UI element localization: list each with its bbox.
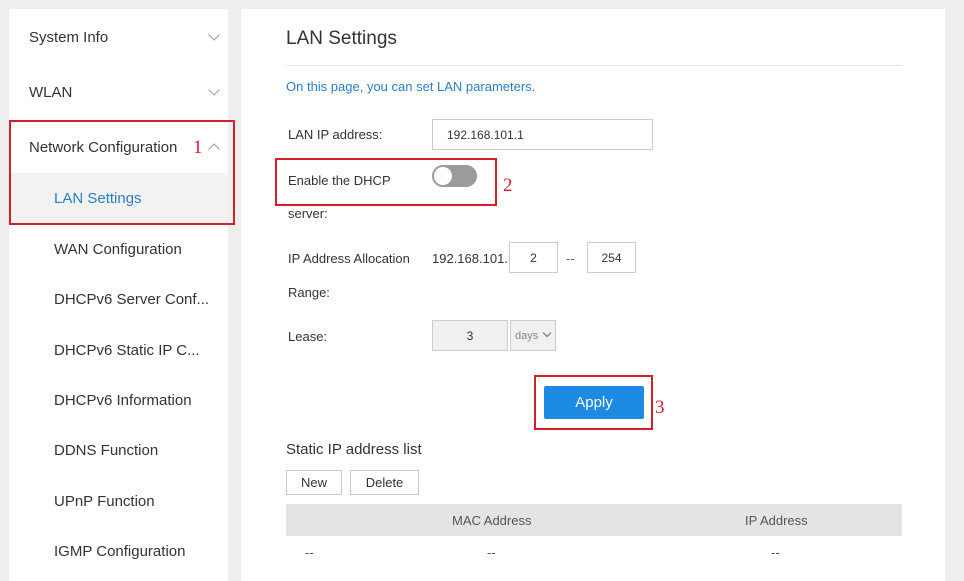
- lease-input[interactable]: 3: [432, 320, 508, 351]
- sidebar-item-dhcpv6-server-conf[interactable]: DHCPv6 Server Conf...: [9, 274, 228, 324]
- sidebar-item-upnp-function[interactable]: UPnP Function: [9, 476, 228, 526]
- table-cell-ip: --: [771, 545, 780, 560]
- new-button[interactable]: New: [286, 470, 342, 495]
- sidebar-item-label: DDNS Function: [54, 441, 159, 459]
- sidebar-item-wlan[interactable]: WLAN: [9, 65, 228, 119]
- column-header-mac: MAC Address: [452, 513, 532, 528]
- lease-unit-select[interactable]: days: [510, 320, 556, 351]
- ip-range-separator: --: [566, 251, 575, 266]
- sidebar: System Info WLAN Network Configuration L…: [9, 9, 228, 581]
- table-cell-mac: --: [487, 545, 496, 560]
- dhcp-label-continued: server:: [288, 206, 328, 221]
- lease-value: 3: [466, 328, 474, 343]
- table-cell-select: --: [305, 545, 314, 560]
- sidebar-item-ddns-function[interactable]: DDNS Function: [9, 425, 228, 475]
- annotation-number-2: 2: [503, 175, 513, 196]
- ip-range-prefix: 192.168.101.: [432, 251, 508, 266]
- ip-range-start-value: 2: [530, 250, 537, 265]
- sidebar-item-label: DHCPv6 Static IP C...: [54, 341, 200, 359]
- lease-unit-value: days: [515, 329, 539, 342]
- ip-range-end-input[interactable]: 254: [587, 242, 636, 273]
- table-header: MAC Address IP Address: [286, 504, 902, 536]
- lease-label: Lease:: [288, 329, 328, 344]
- sidebar-item-label: WAN Configuration: [54, 240, 182, 258]
- sidebar-item-label: WLAN: [29, 83, 73, 101]
- sidebar-item-label: DHCPv6 Information: [54, 391, 192, 409]
- lan-ip-value: 192.168.101.1: [447, 127, 524, 142]
- ip-range-label-continued: Range:: [288, 285, 330, 300]
- chevron-down-icon: [208, 29, 220, 41]
- annotation-box-3: [534, 375, 653, 430]
- ip-range-label: IP Address Allocation: [288, 251, 410, 266]
- sidebar-item-dhcpv6-information[interactable]: DHCPv6 Information: [9, 375, 228, 425]
- sidebar-item-igmp-configuration[interactable]: IGMP Configuration: [9, 526, 228, 576]
- lan-ip-label: LAN IP address:: [288, 127, 383, 142]
- chevron-down-icon: [208, 84, 220, 96]
- title-divider: [286, 65, 902, 66]
- annotation-number-1: 1: [193, 137, 203, 158]
- ip-range-start-input[interactable]: 2: [509, 242, 558, 273]
- sidebar-item-dhcpv6-static-ip[interactable]: DHCPv6 Static IP C...: [9, 325, 228, 375]
- annotation-box-2: [275, 158, 497, 206]
- ip-range-end-value: 254: [601, 250, 622, 265]
- column-header-ip: IP Address: [745, 513, 808, 528]
- sidebar-item-label: DHCPv6 Server Conf...: [54, 290, 210, 308]
- annotation-box-1: [9, 120, 235, 225]
- page-description: On this page, you can set LAN parameters…: [286, 79, 536, 94]
- delete-button[interactable]: Delete: [350, 470, 419, 495]
- main-panel: LAN Settings On this page, you can set L…: [241, 9, 945, 581]
- sidebar-item-label: IGMP Configuration: [54, 542, 186, 560]
- annotation-number-3: 3: [655, 397, 665, 418]
- lan-ip-input[interactable]: 192.168.101.1: [432, 119, 653, 150]
- sidebar-item-wan-configuration[interactable]: WAN Configuration: [9, 224, 228, 274]
- sidebar-item-system-info[interactable]: System Info: [9, 10, 228, 64]
- chevron-down-icon: [542, 328, 552, 338]
- sidebar-item-label: System Info: [29, 28, 109, 46]
- page-title: LAN Settings: [286, 28, 397, 49]
- sidebar-item-label: UPnP Function: [54, 492, 155, 510]
- static-ip-list-title: Static IP address list: [286, 441, 422, 458]
